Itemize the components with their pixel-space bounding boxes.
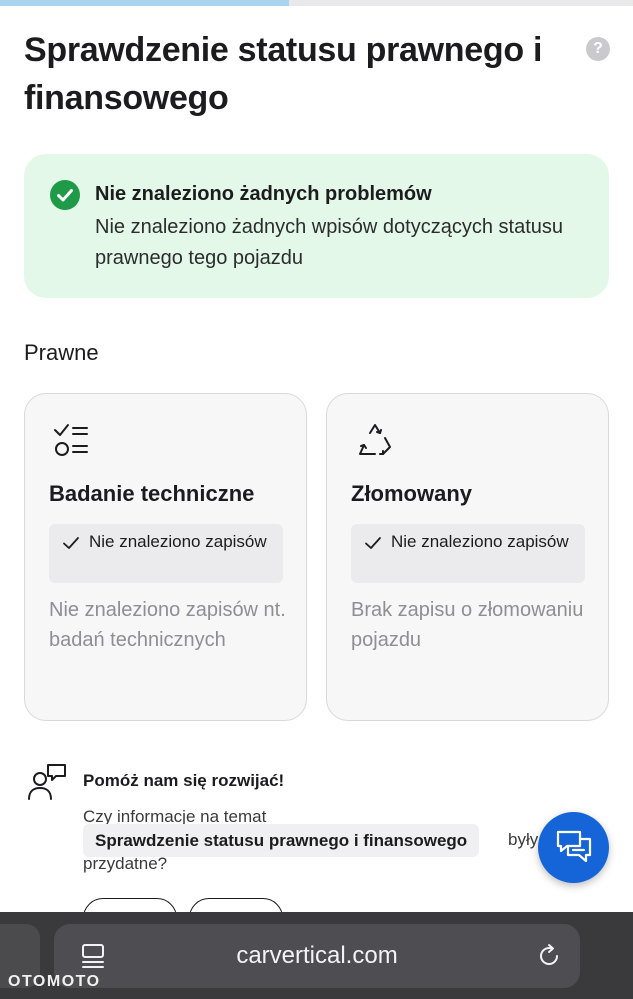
watermark-logo: OTOMOTO [8, 973, 101, 990]
alert-title: Nie znaleziono żadnych problemów [95, 183, 432, 205]
status-badge: Nie znaleziono zapisów [49, 524, 283, 583]
check-icon [63, 537, 79, 549]
no-issues-alert: Nie znaleziono żadnych problemów Nie zna… [24, 154, 609, 298]
card-description: Brak zapisu o złomowaniu pojazdu [351, 599, 584, 651]
card-description: Nie znaleziono zapisów nt. badań technic… [49, 599, 286, 651]
check-circle-icon [50, 180, 80, 210]
section-title-legal: Prawne [24, 340, 99, 365]
address-bar[interactable]: carvertical.com [54, 924, 580, 988]
check-icon [365, 537, 381, 549]
checklist-icon [51, 420, 95, 464]
technical-inspection-card: Badanie techniczne Nie znaleziono zapisó… [24, 393, 307, 721]
progress-bar-fill [0, 0, 289, 6]
feedback-question-end: przydatne? [83, 854, 168, 873]
feedback-question-cont: były [508, 830, 539, 849]
progress-bar [0, 0, 633, 6]
scrapped-card: Złomowany Nie znaleziono zapisów Brak za… [326, 393, 609, 721]
feedback-title: Pomóż nam się rozwijać! [83, 771, 285, 790]
status-badge-label: Nie znaleziono zapisów [89, 532, 267, 551]
card-title: Złomowany [351, 481, 473, 506]
page-title: Sprawdzenie statusu prawnego i finansowe… [24, 31, 543, 117]
alert-text: Nie znaleziono żadnych wpisów dotyczącyc… [95, 216, 564, 269]
question-mark-icon[interactable]: ? [586, 37, 610, 61]
user-chat-icon [26, 762, 68, 802]
status-badge-label: Nie znaleziono zapisów [391, 532, 569, 551]
recycle-icon [353, 420, 397, 464]
reload-icon[interactable] [536, 943, 562, 969]
card-title: Badanie techniczne [49, 481, 255, 506]
chat-bubbles-icon [556, 830, 592, 863]
url-text: carvertical.com [236, 942, 398, 969]
status-badge: Nie znaleziono zapisów [351, 524, 585, 583]
chat-button[interactable] [538, 812, 609, 883]
